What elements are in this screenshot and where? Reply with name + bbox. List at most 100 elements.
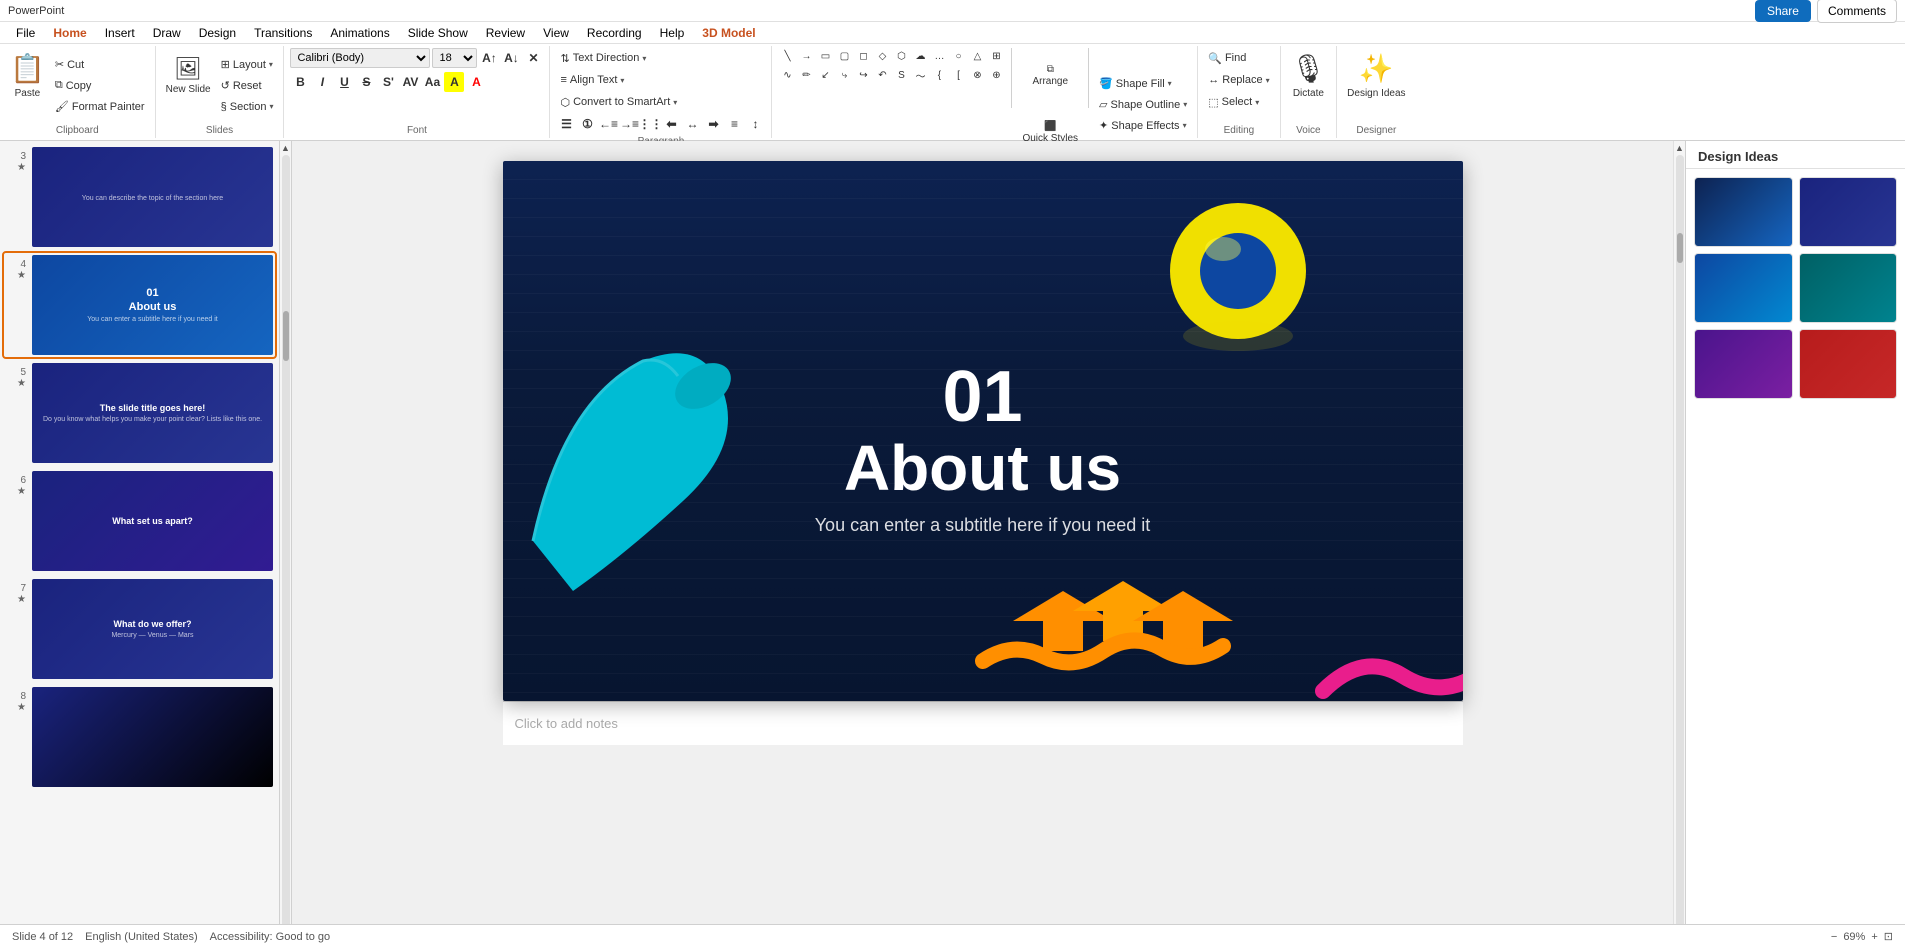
notes-area[interactable]: Click to add notes xyxy=(503,701,1463,745)
scroll-thumb[interactable] xyxy=(283,311,289,361)
fit-btn[interactable]: ⊡ xyxy=(1884,930,1893,943)
replace-button[interactable]: ↔ Replace ▾ xyxy=(1204,70,1273,90)
menu-recording[interactable]: Recording xyxy=(579,24,650,42)
menu-view[interactable]: View xyxy=(535,24,577,42)
slide-thumb-8[interactable]: 8 ★ xyxy=(4,685,275,789)
menu-3dmodel[interactable]: 3D Model xyxy=(694,24,763,42)
menu-help[interactable]: Help xyxy=(652,24,693,42)
canvas-scrollbar[interactable]: ▲ ▼ xyxy=(1673,141,1685,947)
line-spacing-button[interactable]: ↕ xyxy=(745,114,765,134)
new-slide-button[interactable]: 🖼 New Slide xyxy=(162,48,215,104)
select-button[interactable]: ⬚ Select ▾ xyxy=(1204,92,1263,112)
layout-button[interactable]: ⊞ Layout ▾ xyxy=(217,55,278,75)
justify-button[interactable]: ≡ xyxy=(724,114,744,134)
design-idea-2[interactable] xyxy=(1799,177,1898,247)
font-size-select[interactable]: 18 xyxy=(432,48,477,68)
text-direction-button[interactable]: ⇅ Text Direction ▾ xyxy=(556,48,650,68)
shape-brace[interactable]: { xyxy=(930,67,948,83)
zoom-out-btn[interactable]: − xyxy=(1831,931,1837,943)
shape-freeform[interactable]: ✏ xyxy=(797,67,815,83)
canvas-scroll-thumb[interactable] xyxy=(1677,233,1683,263)
menu-draw[interactable]: Draw xyxy=(145,24,189,42)
shape-fill-button[interactable]: 🪣 Shape Fill ▾ xyxy=(1095,74,1191,94)
slide-thumb-5[interactable]: 5 ★ The slide title goes here! Do you kn… xyxy=(4,361,275,465)
format-painter-button[interactable]: 🖌 Format Painter xyxy=(51,97,149,117)
shape-custom[interactable]: ⊗ xyxy=(968,67,986,83)
design-idea-6[interactable] xyxy=(1799,329,1898,399)
slide-thumb-6[interactable]: 6 ★ What set us apart? xyxy=(4,469,275,573)
shape-outline-button[interactable]: ▱ Shape Outline ▾ xyxy=(1095,95,1191,115)
shape-rect[interactable]: ▭ xyxy=(816,48,834,64)
font-name-select[interactable]: Calibri (Body) xyxy=(290,48,430,68)
convert-smartart-button[interactable]: ⬡ Convert to SmartArt ▾ xyxy=(556,92,681,112)
shape-more[interactable]: … xyxy=(930,48,948,64)
highlight-button[interactable]: A xyxy=(444,72,464,92)
design-ideas-button[interactable]: ✨ Design Ideas xyxy=(1343,48,1409,104)
shape-curved-arrow[interactable]: ↶ xyxy=(873,67,891,83)
bold-button[interactable]: B xyxy=(290,72,310,92)
shape-connector[interactable]: ⤷ xyxy=(835,67,853,83)
menu-insert[interactable]: Insert xyxy=(97,24,143,42)
char-spacing-button[interactable]: AV xyxy=(400,72,420,92)
decrease-indent-button[interactable]: ←≡ xyxy=(598,114,618,134)
shape-line[interactable]: ╲ xyxy=(778,48,796,64)
shape-triangle[interactable]: △ xyxy=(968,48,986,64)
menu-review[interactable]: Review xyxy=(478,24,533,42)
underline-button[interactable]: U xyxy=(334,72,354,92)
find-button[interactable]: 🔍 Find xyxy=(1204,48,1250,68)
design-idea-4[interactable] xyxy=(1799,253,1898,323)
section-button[interactable]: § Section ▾ xyxy=(217,97,278,117)
change-case-button[interactable]: Aa xyxy=(422,72,442,92)
menu-home[interactable]: Home xyxy=(45,24,94,42)
canvas-scroll-up[interactable]: ▲ xyxy=(1675,143,1684,153)
italic-button[interactable]: I xyxy=(312,72,332,92)
slide-panel-scrollbar[interactable]: ▲ ▼ xyxy=(280,141,292,947)
numbered-button[interactable]: ① xyxy=(577,114,597,134)
center-button[interactable]: ↔ xyxy=(682,114,702,134)
shape-rect2[interactable]: ◻ xyxy=(854,48,872,64)
menu-transitions[interactable]: Transitions xyxy=(246,24,320,42)
arrange-button[interactable]: ⧉ Arrange xyxy=(1018,48,1082,104)
menu-design[interactable]: Design xyxy=(191,24,244,42)
comments-button[interactable]: Comments xyxy=(1817,0,1897,23)
shape-elbow[interactable]: ↪ xyxy=(854,67,872,83)
font-color-button[interactable]: A xyxy=(466,72,486,92)
shape-diamond[interactable]: ◇ xyxy=(873,48,891,64)
shape-arrow[interactable]: → xyxy=(797,48,815,64)
zoom-in-btn[interactable]: + xyxy=(1871,931,1877,943)
menu-file[interactable]: File xyxy=(8,24,43,42)
dictate-button[interactable]: 🎙 Dictate xyxy=(1287,48,1331,104)
shape-wave[interactable]: 〜 xyxy=(911,67,929,83)
shape-cloud[interactable]: ☁ xyxy=(911,48,929,64)
reset-button[interactable]: ↺ Reset xyxy=(217,76,278,96)
shape-effects-button[interactable]: ✦ Shape Effects ▾ xyxy=(1095,116,1191,136)
slide-thumb-7[interactable]: 7 ★ What do we offer? Mercury — Venus — … xyxy=(4,577,275,681)
menu-slideshow[interactable]: Slide Show xyxy=(400,24,476,42)
align-left-button[interactable]: ⬅ xyxy=(661,114,681,134)
align-right-button[interactable]: ➡ xyxy=(703,114,723,134)
design-idea-3[interactable] xyxy=(1694,253,1793,323)
shape-s[interactable]: S xyxy=(892,67,910,83)
slide-thumb-4[interactable]: 4 ★ 01 About us You can enter a subtitle… xyxy=(4,253,275,357)
paste-button[interactable]: 📋 Paste xyxy=(6,48,49,104)
design-idea-5[interactable] xyxy=(1694,329,1793,399)
increase-indent-button[interactable]: →≡ xyxy=(619,114,639,134)
shape-bracket[interactable]: [ xyxy=(949,67,967,83)
increase-font-btn[interactable]: A↑ xyxy=(479,48,499,68)
copy-button[interactable]: ⧉ Copy xyxy=(51,76,149,96)
columns-button[interactable]: ⋮⋮ xyxy=(640,114,660,134)
slide-canvas[interactable]: ✛ ↻ xyxy=(503,161,1463,701)
decrease-font-btn[interactable]: A↓ xyxy=(501,48,521,68)
shape-cylinder[interactable]: ⬡ xyxy=(892,48,910,64)
shape-expand-2[interactable]: ⊕ xyxy=(987,67,1005,83)
text-shadow-button[interactable]: S' xyxy=(378,72,398,92)
slide-thumb-3[interactable]: 3 ★ You can describe the topic of the se… xyxy=(4,145,275,249)
scroll-up-arrow[interactable]: ▲ xyxy=(281,143,290,153)
share-button[interactable]: Share xyxy=(1755,0,1811,22)
menu-animations[interactable]: Animations xyxy=(322,24,397,42)
clear-format-btn[interactable]: ✕ xyxy=(523,48,543,68)
design-idea-1[interactable] xyxy=(1694,177,1793,247)
shape-bent[interactable]: ↙ xyxy=(816,67,834,83)
shape-expand[interactable]: ⊞ xyxy=(987,48,1005,64)
cut-button[interactable]: ✂ Cut xyxy=(51,55,149,75)
